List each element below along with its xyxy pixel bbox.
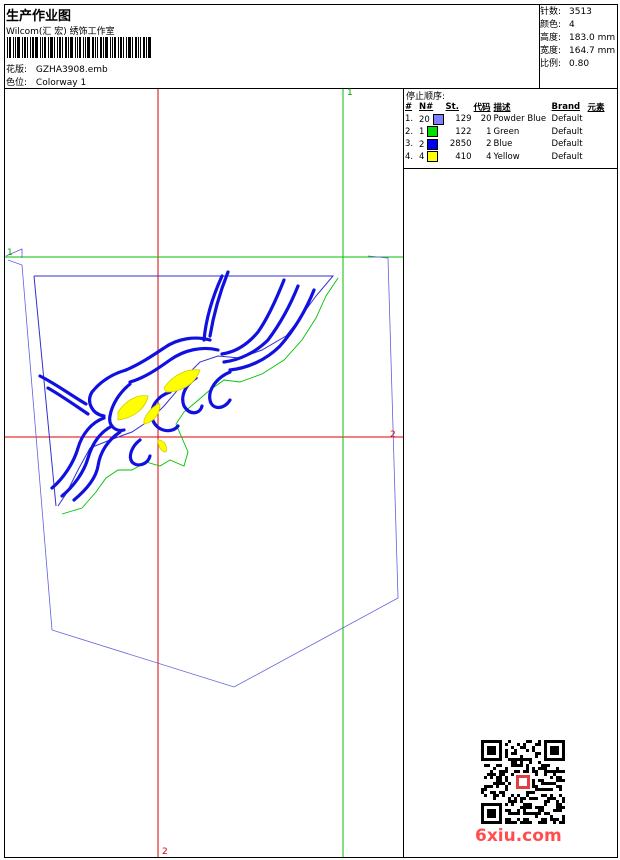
embroidery-design [5, 89, 403, 857]
axis-label-h1: 1 [7, 248, 13, 258]
site-watermark: 6xiu.com [475, 826, 562, 846]
green-underlay [61, 277, 339, 515]
axis-label-v2: 2 [162, 847, 168, 857]
qr-code [481, 740, 565, 824]
axis-label-h2: 2 [390, 430, 396, 440]
axis-label-v1: 1 [347, 88, 353, 98]
pocket-outline [5, 248, 399, 688]
